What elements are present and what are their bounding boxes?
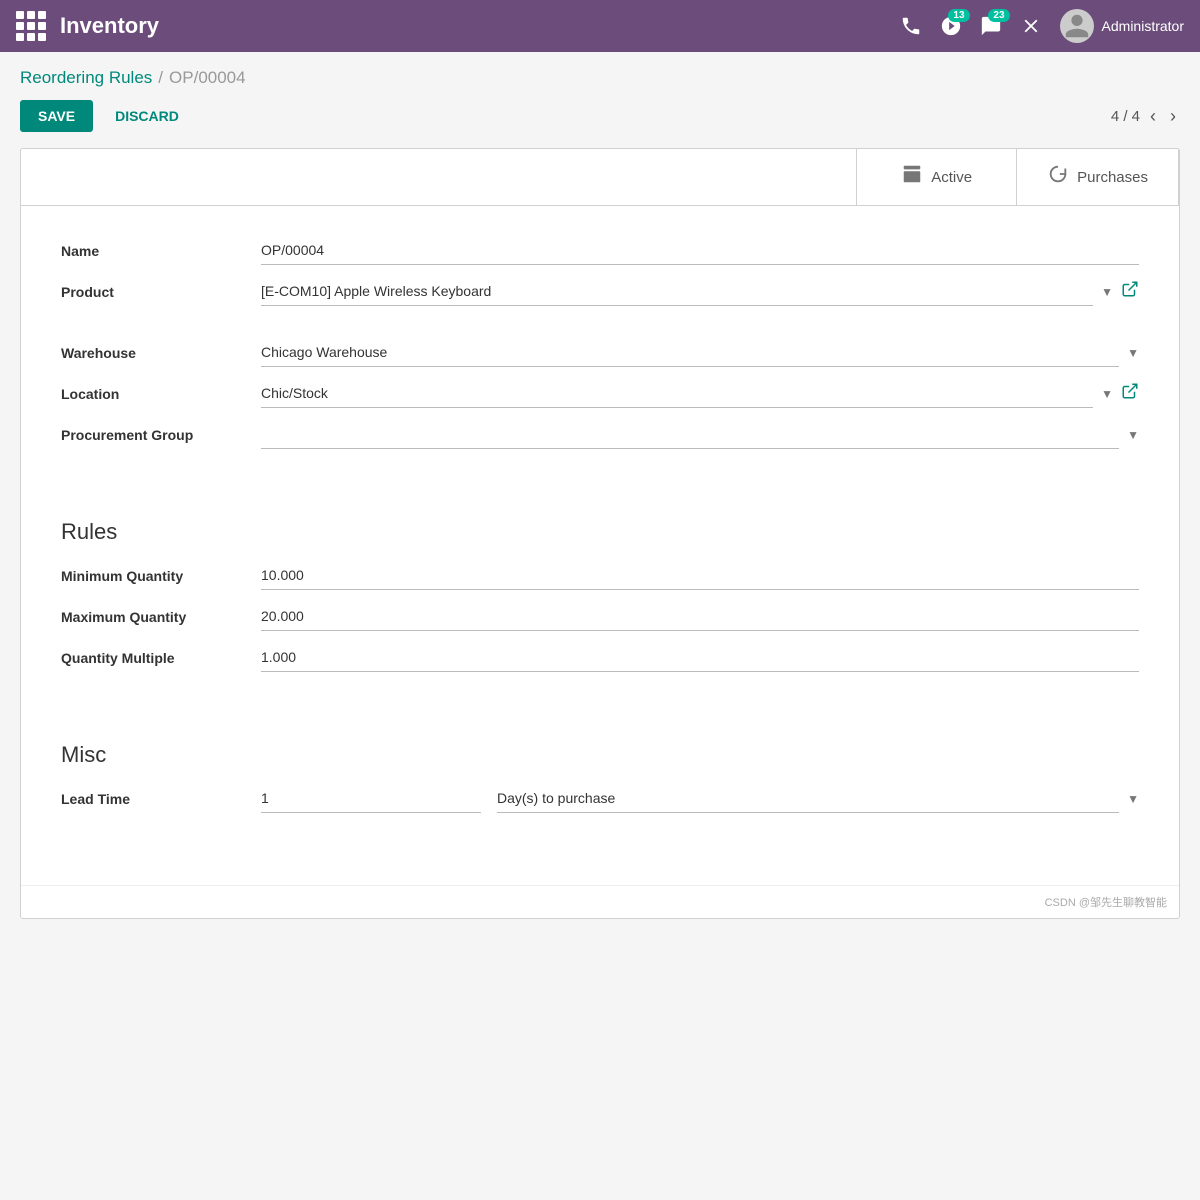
- tabs-row: Active Purchases: [21, 149, 1179, 206]
- product-field: ▼: [261, 277, 1139, 306]
- app-title: Inventory: [60, 13, 900, 39]
- activity-icon[interactable]: 13: [940, 15, 962, 37]
- active-tab-icon: [901, 163, 923, 191]
- name-label: Name: [61, 243, 261, 259]
- activity-badge: 13: [948, 9, 969, 22]
- max-qty-label: Maximum Quantity: [61, 609, 261, 625]
- breadcrumb-current: OP/00004: [169, 68, 246, 88]
- product-external-link-icon[interactable]: [1121, 280, 1139, 303]
- chat-badge: 23: [988, 9, 1009, 22]
- watermark: CSDN @邹先生聊教智能: [21, 885, 1179, 918]
- lead-time-input[interactable]: [261, 784, 481, 813]
- rules-section-title: Rules: [61, 519, 1139, 545]
- max-qty-row: Maximum Quantity: [61, 602, 1139, 631]
- procurement-dropdown-arrow[interactable]: ▼: [1127, 428, 1139, 442]
- location-row: Location ▼: [61, 379, 1139, 408]
- lead-time-field: ▼: [261, 784, 1139, 813]
- procurement-row: Procurement Group ▼: [61, 420, 1139, 449]
- tab-active-label: Active: [931, 169, 972, 186]
- tab-purchases-label: Purchases: [1077, 169, 1148, 186]
- qty-multiple-input[interactable]: [261, 643, 1139, 672]
- toolbar: SAVE DISCARD 4 / 4 ‹ ›: [20, 100, 1180, 132]
- location-input[interactable]: [261, 379, 1093, 408]
- min-qty-field: [261, 561, 1139, 590]
- warehouse-label: Warehouse: [61, 345, 261, 361]
- name-input[interactable]: [261, 236, 1139, 265]
- apps-grid-icon[interactable]: [16, 11, 46, 41]
- name-field: [261, 236, 1139, 265]
- pagination: 4 / 4 ‹ ›: [1111, 104, 1180, 129]
- qty-multiple-label: Quantity Multiple: [61, 650, 261, 666]
- pagination-info: 4 / 4: [1111, 108, 1140, 125]
- main-content: Reordering Rules / OP/00004 SAVE DISCARD…: [0, 52, 1200, 935]
- breadcrumb: Reordering Rules / OP/00004: [20, 68, 1180, 88]
- phone-icon[interactable]: [900, 15, 922, 37]
- next-button[interactable]: ›: [1166, 104, 1180, 129]
- product-input[interactable]: [261, 277, 1093, 306]
- tab-active[interactable]: Active: [857, 149, 1017, 205]
- location-dropdown-arrow[interactable]: ▼: [1101, 387, 1113, 401]
- misc-section-title: Misc: [61, 742, 1139, 768]
- warehouse-input[interactable]: [261, 338, 1119, 367]
- warehouse-dropdown-arrow[interactable]: ▼: [1127, 346, 1139, 360]
- name-row: Name: [61, 236, 1139, 265]
- procurement-input[interactable]: [261, 420, 1119, 449]
- min-qty-label: Minimum Quantity: [61, 568, 261, 584]
- purchases-tab-icon: [1047, 163, 1069, 191]
- warehouse-field: ▼: [261, 338, 1139, 367]
- user-avatar: [1060, 9, 1094, 43]
- username: Administrator: [1102, 18, 1184, 34]
- qty-multiple-row: Quantity Multiple: [61, 643, 1139, 672]
- save-button[interactable]: SAVE: [20, 100, 93, 132]
- lead-time-unit-input[interactable]: [497, 784, 1119, 813]
- product-dropdown-arrow[interactable]: ▼: [1101, 285, 1113, 299]
- chat-icon[interactable]: 23: [980, 15, 1002, 37]
- form-body: Name Product ▼ Warehouse: [21, 206, 1179, 885]
- breadcrumb-parent[interactable]: Reordering Rules: [20, 68, 152, 88]
- user-menu[interactable]: Administrator: [1060, 9, 1184, 43]
- product-row: Product ▼: [61, 277, 1139, 306]
- location-label: Location: [61, 386, 261, 402]
- min-qty-row: Minimum Quantity: [61, 561, 1139, 590]
- min-qty-input[interactable]: [261, 561, 1139, 590]
- lead-time-row: Lead Time ▼: [61, 784, 1139, 813]
- lead-time-unit-dropdown-arrow[interactable]: ▼: [1127, 792, 1139, 806]
- location-field: ▼: [261, 379, 1139, 408]
- tab-spacer: [21, 149, 857, 205]
- topbar: Inventory 13 23 Administrator: [0, 0, 1200, 52]
- close-icon[interactable]: [1020, 15, 1042, 37]
- tab-purchases[interactable]: Purchases: [1017, 149, 1179, 205]
- warehouse-row: Warehouse ▼: [61, 338, 1139, 367]
- prev-button[interactable]: ‹: [1146, 104, 1160, 129]
- procurement-field: ▼: [261, 420, 1139, 449]
- product-label: Product: [61, 284, 261, 300]
- qty-multiple-field: [261, 643, 1139, 672]
- lead-time-label: Lead Time: [61, 791, 261, 807]
- discard-button[interactable]: DISCARD: [105, 100, 189, 132]
- procurement-label: Procurement Group: [61, 427, 261, 443]
- form-card: Active Purchases Name Product: [20, 148, 1180, 919]
- breadcrumb-separator: /: [158, 68, 163, 88]
- max-qty-field: [261, 602, 1139, 631]
- topbar-icons: 13 23 Administrator: [900, 9, 1184, 43]
- max-qty-input[interactable]: [261, 602, 1139, 631]
- location-external-link-icon[interactable]: [1121, 382, 1139, 405]
